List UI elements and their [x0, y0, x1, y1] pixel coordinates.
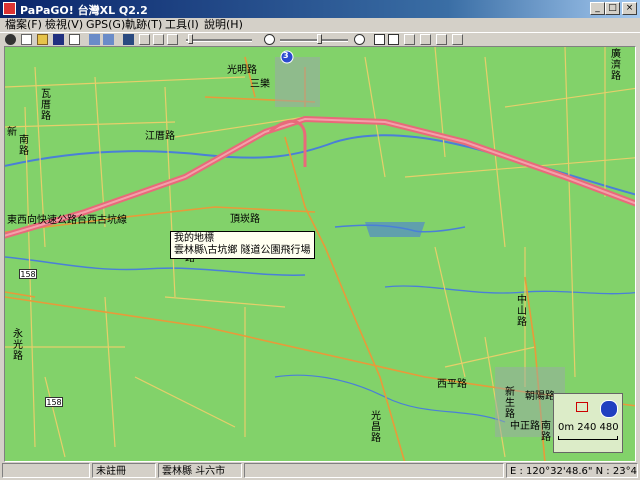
gps-icon[interactable]: [5, 34, 16, 45]
label-top-right-road: 廣濟路: [611, 49, 621, 82]
menu-help[interactable]: 說明(H): [204, 18, 243, 32]
scale-values: 0m 240 480: [558, 422, 619, 433]
playback-slider[interactable]: [186, 39, 252, 42]
tooltip-address: 雲林縣\古坑鄉 隧道公園飛行場: [174, 245, 311, 256]
label-guangming-road: 光明路: [227, 65, 257, 76]
play-icon[interactable]: [167, 34, 178, 45]
minimize-button[interactable]: _: [590, 2, 605, 15]
menu-bar: 檔案(F) 檢視(V) GPS(G) 軌跡(T) 工具(I) 說明(H): [0, 18, 640, 32]
label-sanle: 三樂: [250, 79, 270, 90]
screen-icon[interactable]: [123, 34, 134, 45]
pause-icon[interactable]: [153, 34, 164, 45]
label-wali-road: 瓦厝路: [41, 89, 51, 122]
status-bar: 未註冊 雲林縣 斗六市 E : 120°32'48.6" N : 23°40'0…: [0, 462, 640, 480]
label-xinsheng-road: 新生路: [505, 387, 515, 420]
pan-hand-icon[interactable]: [388, 34, 399, 45]
label-xin: 新: [7, 127, 17, 138]
menu-view[interactable]: 檢視(V): [45, 18, 83, 32]
label-xiping-road: 西平路: [437, 379, 467, 390]
menu-track[interactable]: 軌跡(T): [125, 18, 162, 32]
label-chaoyang-road: 朝陽路: [525, 391, 555, 402]
zoom-slider-thumb[interactable]: [317, 34, 322, 44]
maximize-button[interactable]: □: [605, 2, 620, 15]
zoom-slider[interactable]: [280, 39, 348, 42]
label-nan-road-south: 南路: [541, 421, 551, 443]
label-jiangcuo-road: 江厝路: [145, 131, 175, 142]
landmark-tooltip: 我的地標 雲林縣\古坑鄉 隧道公園飛行場: [170, 231, 315, 259]
status-panel-4: [244, 463, 504, 478]
route-shield-158-west: 158: [19, 269, 37, 279]
scale-bar: [558, 436, 618, 440]
print-icon[interactable]: [69, 34, 80, 45]
label-dingbei-road: 頂崁路: [230, 214, 260, 225]
close-button[interactable]: ×: [622, 2, 637, 15]
status-registration: 未註冊: [92, 463, 156, 478]
label-yongguang-road: 永光路: [13, 329, 23, 362]
compass-icon[interactable]: [600, 400, 618, 418]
window-title: PaPaGO! 台灣XL Q2.2: [20, 4, 148, 17]
menu-gps[interactable]: GPS(G): [86, 18, 125, 32]
label-zhongzheng-road: 中正路: [510, 421, 540, 432]
save-icon[interactable]: [53, 34, 64, 45]
label-guangchang-road: 光昌路: [371, 411, 381, 444]
menu-file[interactable]: 檔案(F): [5, 18, 42, 32]
route-edit-icon[interactable]: [420, 34, 431, 45]
label-zhongshan-road: 中山路: [517, 295, 527, 328]
gps-signal-icon: [576, 402, 588, 412]
scale-compass-box: 0m 240 480: [553, 393, 623, 453]
route-shield-158-south: 158: [45, 397, 63, 407]
zoom-in-icon[interactable]: [354, 34, 365, 45]
status-panel-1: [2, 463, 90, 478]
forward-icon[interactable]: [103, 34, 114, 45]
label-expressway: 東西向快速公路台西古坑線: [7, 215, 127, 226]
route-icon[interactable]: [404, 34, 415, 45]
playback-slider-thumb[interactable]: [188, 34, 193, 44]
toolbar: [0, 32, 640, 46]
menu-tools[interactable]: 工具(I): [165, 18, 199, 32]
new-file-icon[interactable]: [21, 34, 32, 45]
open-folder-icon[interactable]: [37, 34, 48, 45]
navigate-icon[interactable]: [436, 34, 447, 45]
stop-icon[interactable]: [139, 34, 150, 45]
route-number-badge: 3: [283, 51, 289, 60]
waypoint-icon[interactable]: [452, 34, 463, 45]
title-bar: PaPaGO! 台灣XL Q2.2 _ □ ×: [0, 0, 640, 18]
app-icon[interactable]: [3, 2, 16, 15]
back-icon[interactable]: [89, 34, 100, 45]
map-view[interactable]: 3 光明路 三樂 瓦厝路 新 南路 江厝路 東西向快速公路台西古坑線 頂崁路 路…: [4, 46, 636, 462]
tooltip-title: 我的地標: [174, 233, 214, 244]
status-coordinates: E : 120°32'48.6" N : 23°40'05.6: [506, 463, 638, 478]
zoom-out-icon[interactable]: [264, 34, 275, 45]
status-location: 雲林縣 斗六市: [158, 463, 242, 478]
select-arrow-icon[interactable]: [374, 34, 385, 45]
label-nan-road: 南路: [19, 135, 29, 157]
